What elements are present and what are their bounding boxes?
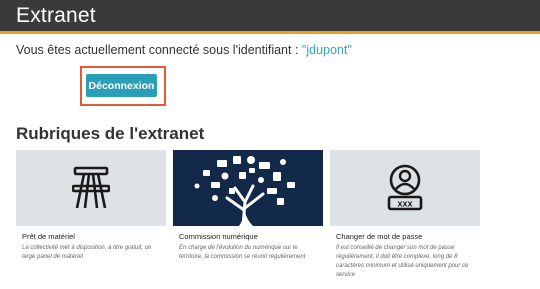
svg-text:xxx: xxx xyxy=(397,199,412,209)
top-header: Extranet xyxy=(0,0,540,34)
card-description: Il est conseillé de changer son mot de p… xyxy=(336,245,469,278)
user-password-icon: xxx xyxy=(387,164,423,211)
picnic-table-icon xyxy=(72,166,110,209)
card-title: Commission numérique xyxy=(179,232,258,241)
card-title: Changer de mot de passe xyxy=(336,232,423,241)
card-digital-commission[interactable]: Commission numérique En charge de l'évol… xyxy=(173,150,323,289)
logout-button[interactable]: Déconnexion xyxy=(86,74,157,97)
card-image: xxx xyxy=(330,150,480,226)
username: "jdupont" xyxy=(301,43,352,57)
card-image xyxy=(173,150,323,226)
digital-tree-illustration xyxy=(194,156,295,226)
section-title: Rubriques de l'extranet xyxy=(16,124,205,143)
card-description: En charge de l'évolution du numérique su… xyxy=(179,245,306,260)
card-description: La collectivité met à disposition, à tit… xyxy=(22,245,152,260)
app-title: Extranet xyxy=(16,4,96,27)
welcome-message: Vous êtes actuellement connecté sous l'i… xyxy=(16,43,352,57)
card-title: Prêt de matériel xyxy=(22,232,75,241)
welcome-text: Vous êtes actuellement connecté sous l'i… xyxy=(16,43,302,57)
card-image xyxy=(16,150,166,226)
card-equipment-loan[interactable]: Prêt de matériel La collectivité met à d… xyxy=(16,150,166,289)
card-change-password[interactable]: xxx Changer de mot de passe Il est conse… xyxy=(330,150,480,289)
